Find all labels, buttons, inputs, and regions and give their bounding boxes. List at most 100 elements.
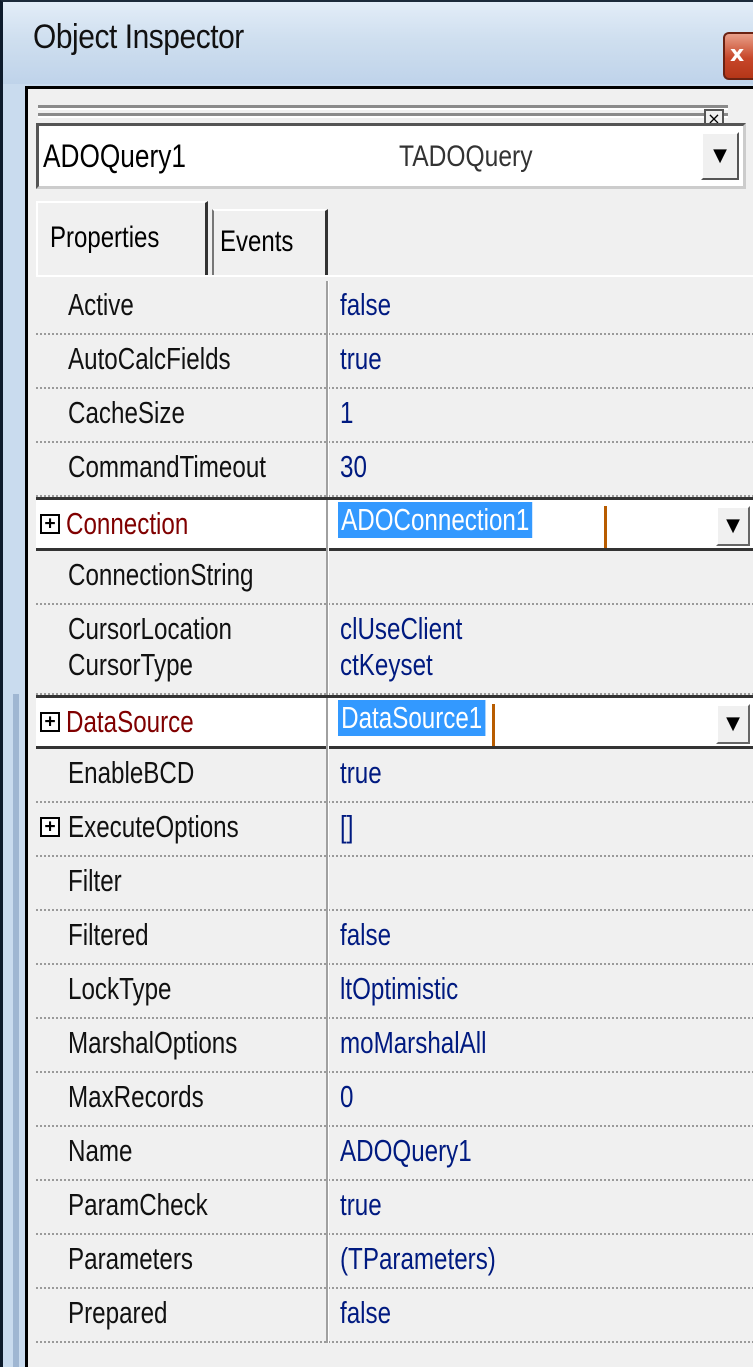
property-row[interactable]: Parameters (TParameters) (36, 1235, 753, 1289)
property-row[interactable]: CursorType ctKeyset (36, 641, 753, 695)
property-name: Name (68, 1133, 133, 1168)
tab-properties[interactable]: Properties (36, 201, 208, 281)
column-divider[interactable] (326, 443, 329, 497)
property-value[interactable]: false (340, 1295, 391, 1331)
column-divider[interactable] (326, 1289, 329, 1343)
property-name: ParamCheck (68, 1187, 208, 1222)
property-name: MarshalOptions (68, 1025, 238, 1060)
property-name: CommandTimeout (68, 449, 266, 484)
property-value[interactable]: 1 (340, 395, 353, 431)
property-row[interactable]: Filter (36, 857, 753, 911)
property-row[interactable]: + DataSource DataSource1 ▼ (36, 695, 753, 752)
property-row[interactable]: Prepared false (36, 1289, 753, 1343)
chevron-down-icon[interactable]: ▼ (716, 704, 750, 744)
property-name: ExecuteOptions (68, 809, 239, 844)
property-row[interactable]: + Connection ADOConnection1 ▼ (36, 497, 753, 554)
property-row[interactable]: CacheSize 1 (36, 389, 753, 443)
column-divider[interactable] (326, 1019, 329, 1073)
property-value[interactable]: ADOConnection1 (338, 502, 533, 538)
chevron-down-icon[interactable]: ▼ (701, 132, 739, 180)
tab-label: Properties (50, 221, 160, 254)
property-value[interactable]: 30 (340, 449, 367, 485)
property-value[interactable]: 0 (340, 1079, 353, 1115)
column-divider[interactable] (326, 1235, 329, 1289)
property-name: CacheSize (68, 395, 185, 430)
column-divider[interactable] (326, 281, 329, 335)
panel-grip[interactable]: × (38, 103, 728, 129)
property-name: AutoCalcFields (68, 341, 231, 376)
column-divider[interactable] (326, 335, 329, 389)
property-name: DataSource (66, 704, 194, 739)
property-value[interactable]: ctKeyset (340, 647, 433, 683)
column-divider[interactable] (326, 698, 329, 752)
property-value[interactable]: true (340, 755, 382, 791)
column-divider[interactable] (326, 641, 329, 695)
column-divider[interactable] (326, 500, 329, 554)
title-bar[interactable]: Object Inspector x (3, 2, 753, 84)
property-row[interactable]: LockType ltOptimistic (36, 965, 753, 1019)
property-name: ConnectionString (68, 557, 254, 592)
property-name: Filter (68, 863, 122, 898)
property-row[interactable]: Active false (36, 281, 753, 335)
column-divider[interactable] (326, 911, 329, 965)
property-value[interactable]: true (340, 1187, 382, 1223)
property-grid: Active false AutoCalcFields true CacheSize 1 C… (36, 275, 753, 1367)
property-value[interactable]: (TParameters) (340, 1241, 496, 1277)
column-divider[interactable] (326, 551, 329, 605)
chevron-down-icon[interactable]: ▼ (716, 506, 750, 546)
property-value[interactable]: ADOQuery1 (340, 1133, 472, 1169)
property-row[interactable]: CommandTimeout 30 (36, 443, 753, 497)
property-value[interactable]: false (340, 917, 391, 953)
property-name: Active (68, 287, 134, 322)
property-value[interactable]: false (340, 287, 391, 323)
text-cursor (604, 506, 607, 548)
property-value[interactable]: true (340, 341, 382, 377)
property-row[interactable]: AutoCalcFields true (36, 335, 753, 389)
expand-icon[interactable]: + (40, 514, 60, 534)
object-selector[interactable]: ADOQuery1 TADOQuery ▼ (36, 123, 746, 189)
property-value[interactable]: DataSource1 (338, 700, 486, 736)
column-divider[interactable] (326, 1181, 329, 1235)
tab-label: Events (220, 225, 294, 258)
property-row[interactable]: ParamCheck true (36, 1181, 753, 1235)
property-value[interactable]: ltOptimistic (340, 971, 458, 1007)
column-divider[interactable] (326, 389, 329, 443)
property-name: EnableBCD (68, 755, 195, 790)
property-name: MaxRecords (68, 1079, 204, 1114)
property-name: Filtered (68, 917, 149, 952)
expand-icon[interactable]: + (40, 712, 60, 732)
property-row[interactable]: EnableBCD true (36, 749, 753, 803)
inspector-panel: × ADOQuery1 TADOQuery ▼ Properties Event… (25, 86, 753, 1367)
expand-icon[interactable]: + (40, 817, 60, 837)
property-row[interactable]: + ExecuteOptions [] (36, 803, 753, 857)
property-row[interactable]: Name ADOQuery1 (36, 1127, 753, 1181)
inspector-tabs: Properties Events (36, 201, 746, 281)
window-title: Object Inspector (33, 18, 244, 56)
text-cursor (492, 704, 495, 746)
object-type: TADOQuery (399, 140, 533, 173)
property-row[interactable]: MaxRecords 0 (36, 1073, 753, 1127)
column-divider[interactable] (326, 965, 329, 1019)
tab-events[interactable]: Events (212, 209, 328, 277)
property-row[interactable]: MarshalOptions moMarshalAll (36, 1019, 753, 1073)
object-inspector-window: Object Inspector x × ADOQuery1 TADOQuery… (0, 0, 753, 1367)
left-border (3, 84, 25, 1367)
property-value[interactable]: [] (340, 809, 353, 845)
column-divider[interactable] (326, 749, 329, 803)
close-icon: x (730, 42, 745, 67)
property-row[interactable]: Filtered false (36, 911, 753, 965)
property-name: CursorType (68, 647, 193, 682)
property-value[interactable]: moMarshalAll (340, 1025, 486, 1061)
object-name: ADOQuery1 (43, 138, 186, 174)
property-row[interactable]: CursorLocation clUseClient (36, 605, 753, 695)
property-row[interactable]: ConnectionString (36, 551, 753, 605)
close-button[interactable]: x (723, 32, 753, 80)
column-divider[interactable] (326, 857, 329, 911)
property-name: Connection (66, 506, 189, 541)
column-divider[interactable] (326, 803, 329, 857)
property-name: LockType (68, 971, 172, 1006)
property-name: Prepared (68, 1295, 168, 1330)
column-divider[interactable] (326, 1073, 329, 1127)
column-divider[interactable] (326, 1127, 329, 1181)
property-name: Parameters (68, 1241, 193, 1276)
